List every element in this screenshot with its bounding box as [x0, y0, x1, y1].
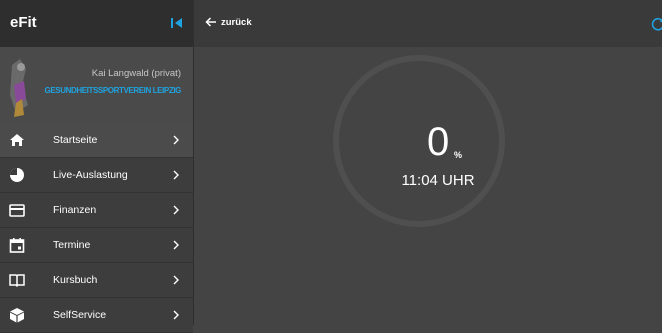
pie-chart-icon: [9, 167, 25, 183]
current-time: 11:04 UHR: [383, 172, 493, 189]
chevron-right-icon: [172, 240, 180, 250]
sidebar-item-label: SelfService: [53, 309, 106, 321]
back-button[interactable]: zurück: [205, 14, 252, 30]
box-icon: [9, 307, 25, 323]
chevron-right-icon: [172, 310, 180, 320]
sidebar-header: eFit: [0, 0, 193, 47]
sidebar-nav: Startseite Live-Auslastung Finanzen: [0, 123, 193, 333]
occupancy-unit: %: [454, 150, 462, 160]
home-icon: [9, 132, 25, 148]
sidebar-item-startseite[interactable]: Startseite: [0, 123, 193, 158]
avatar: [6, 55, 32, 119]
sidebar-item-label: Live-Auslastung: [53, 169, 128, 181]
chevron-right-icon: [172, 205, 180, 215]
book-icon: [9, 272, 25, 288]
sidebar-item-label: Startseite: [53, 134, 97, 146]
app-title: eFit: [10, 14, 37, 31]
profile-card[interactable]: Kai Langwald (privat) GESUNDHEITSSPORTVE…: [0, 47, 193, 123]
occupancy-gauge: [332, 54, 506, 228]
sidebar-item-kursbuch[interactable]: Kursbuch: [0, 263, 193, 298]
chevron-right-icon: [172, 275, 180, 285]
sidebar: eFit Kai Langwald (privat) GESUNDHEITSSP…: [0, 0, 194, 325]
sidebar-item-termine[interactable]: Termine: [0, 228, 193, 263]
credit-card-icon: [9, 202, 25, 218]
club-name: GESUNDHEITSSPORTVEREIN LEIPZIG: [45, 86, 181, 95]
sidebar-item-label: Kursbuch: [53, 274, 97, 286]
chevron-right-icon: [172, 170, 180, 180]
sidebar-item-label: Finanzen: [53, 204, 96, 216]
sidebar-item-label: Termine: [53, 239, 90, 251]
refresh-icon[interactable]: [651, 17, 662, 31]
top-bar: zurück: [194, 0, 662, 47]
profile-name: Kai Langwald (privat): [92, 68, 181, 79]
occupancy-value: 0: [427, 122, 449, 162]
chevron-right-icon: [172, 135, 180, 145]
sidebar-item-selfservice[interactable]: SelfService: [0, 298, 193, 333]
back-label: zurück: [221, 17, 252, 28]
calendar-icon: [9, 237, 25, 253]
sidebar-item-finanzen[interactable]: Finanzen: [0, 193, 193, 228]
sidebar-item-live-auslastung[interactable]: Live-Auslastung: [0, 158, 193, 193]
collapse-sidebar-icon[interactable]: [170, 16, 184, 30]
arrow-left-icon: [205, 16, 217, 28]
